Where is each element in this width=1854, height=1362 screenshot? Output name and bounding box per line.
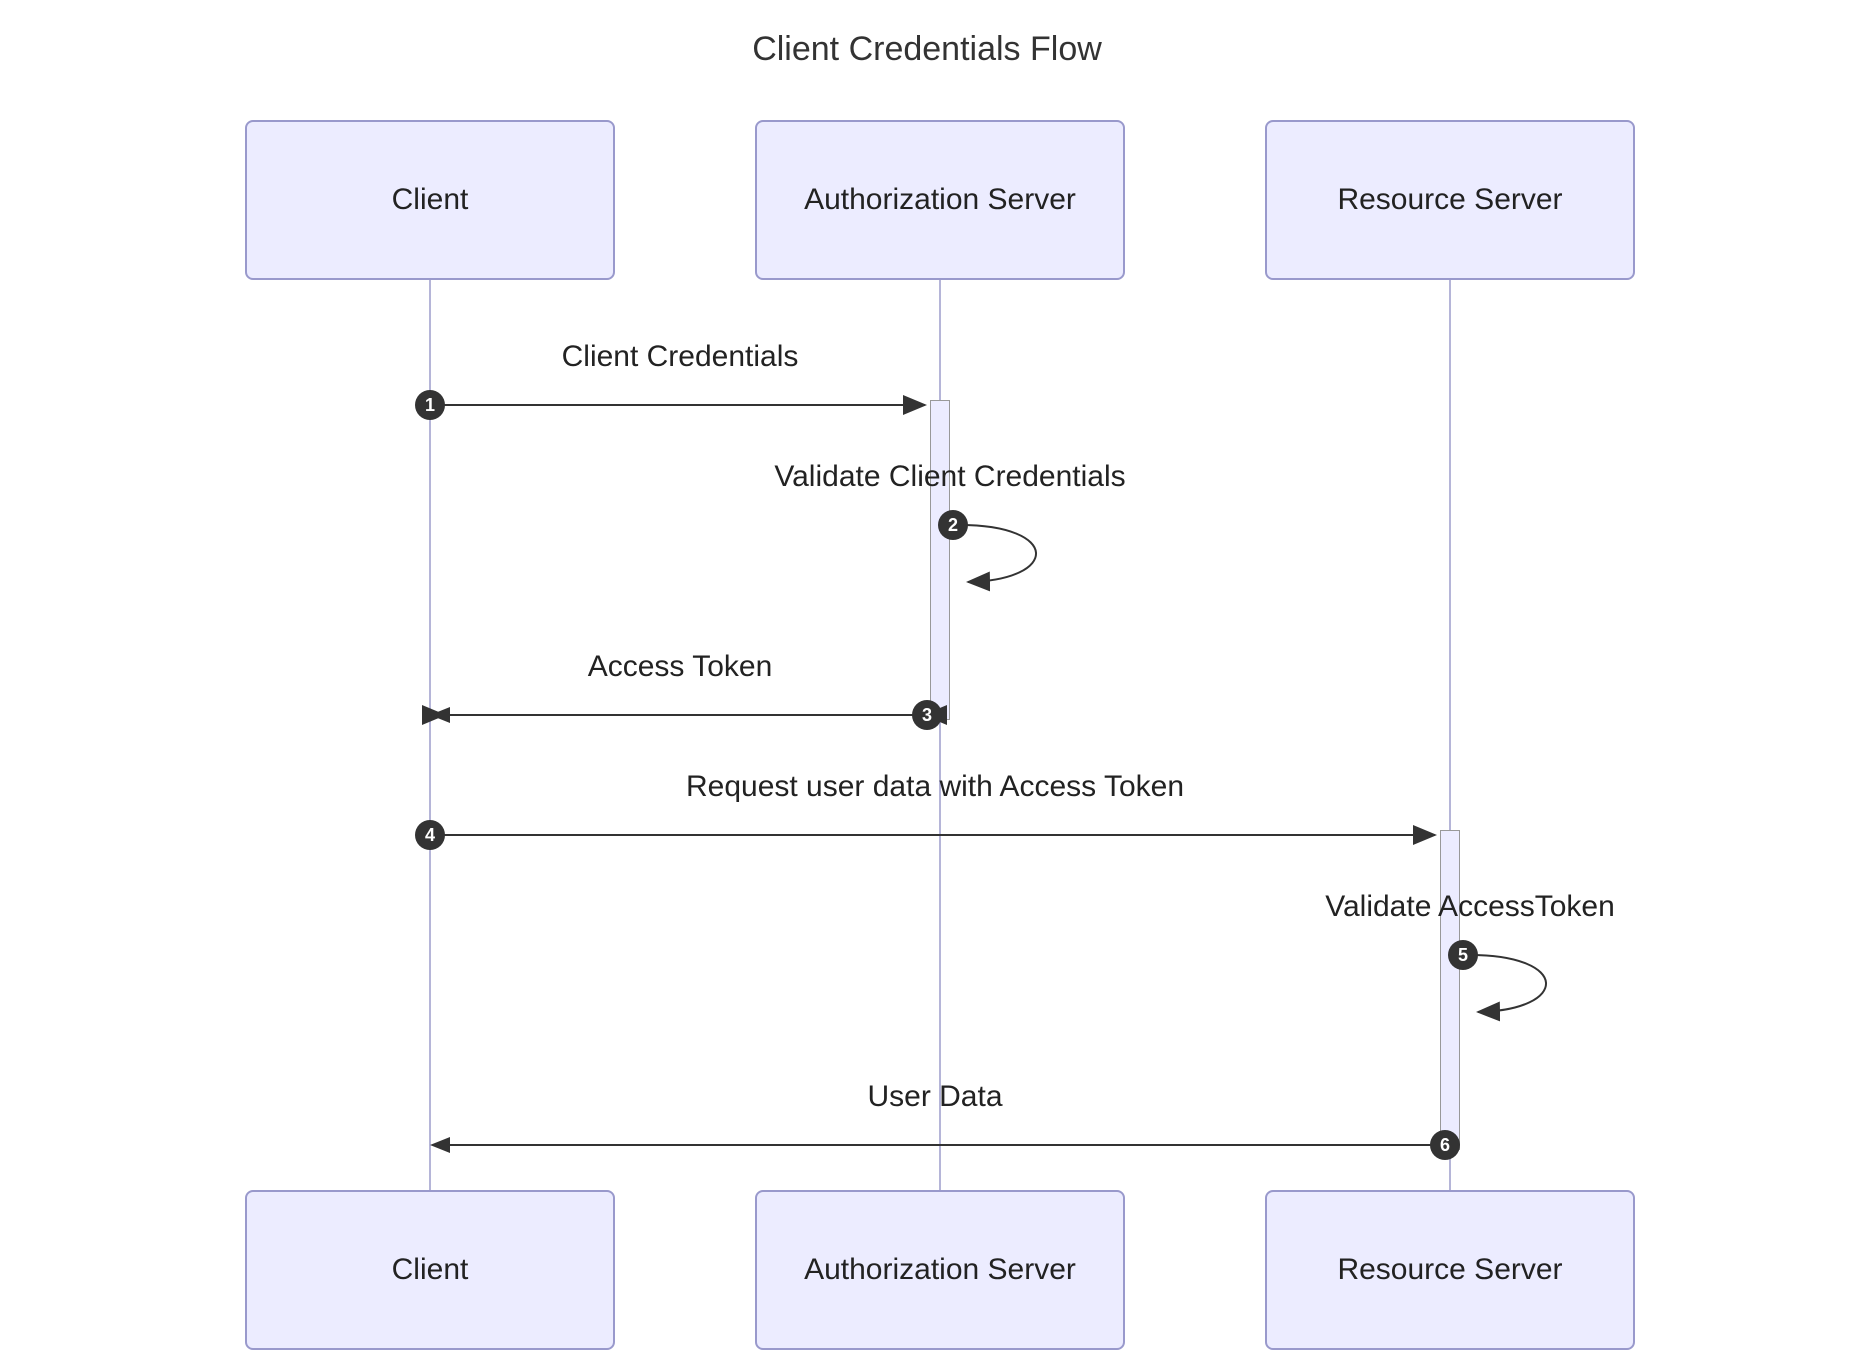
activation-auth [930,400,950,720]
message-label-1: Client Credentials [430,340,930,374]
actor-label: Authorization Server [804,1253,1076,1287]
actor-resource-bottom: Resource Server [1265,1190,1635,1350]
actor-label: Client [392,183,469,217]
message-label-6: User Data [430,1080,1440,1114]
message-label-5: Validate AccessToken [1270,890,1670,924]
actor-auth-top: Authorization Server [755,120,1125,280]
step-badge-3: 3 [912,700,942,730]
sequence-diagram: Client Credentials Flow Client Authoriza… [0,0,1854,1362]
diagram-title: Client Credentials Flow [0,30,1854,69]
actor-client-top: Client [245,120,615,280]
actor-label: Authorization Server [804,183,1076,217]
activation-resource [1440,830,1460,1150]
actor-resource-top: Resource Server [1265,120,1635,280]
actor-label: Client [392,1253,469,1287]
step-badge-1: 1 [415,390,445,420]
actor-label: Resource Server [1337,183,1562,217]
actor-client-bottom: Client [245,1190,615,1350]
actor-label: Resource Server [1337,1253,1562,1287]
step-badge-2: 2 [938,510,968,540]
message-label-4: Request user data with Access Token [430,770,1440,804]
actor-auth-bottom: Authorization Server [755,1190,1125,1350]
step-badge-5: 5 [1448,940,1478,970]
message-label-2: Validate Client Credentials [710,460,1190,494]
message-label-3: Access Token [430,650,930,684]
step-badge-6: 6 [1430,1130,1460,1160]
step-badge-4: 4 [415,820,445,850]
